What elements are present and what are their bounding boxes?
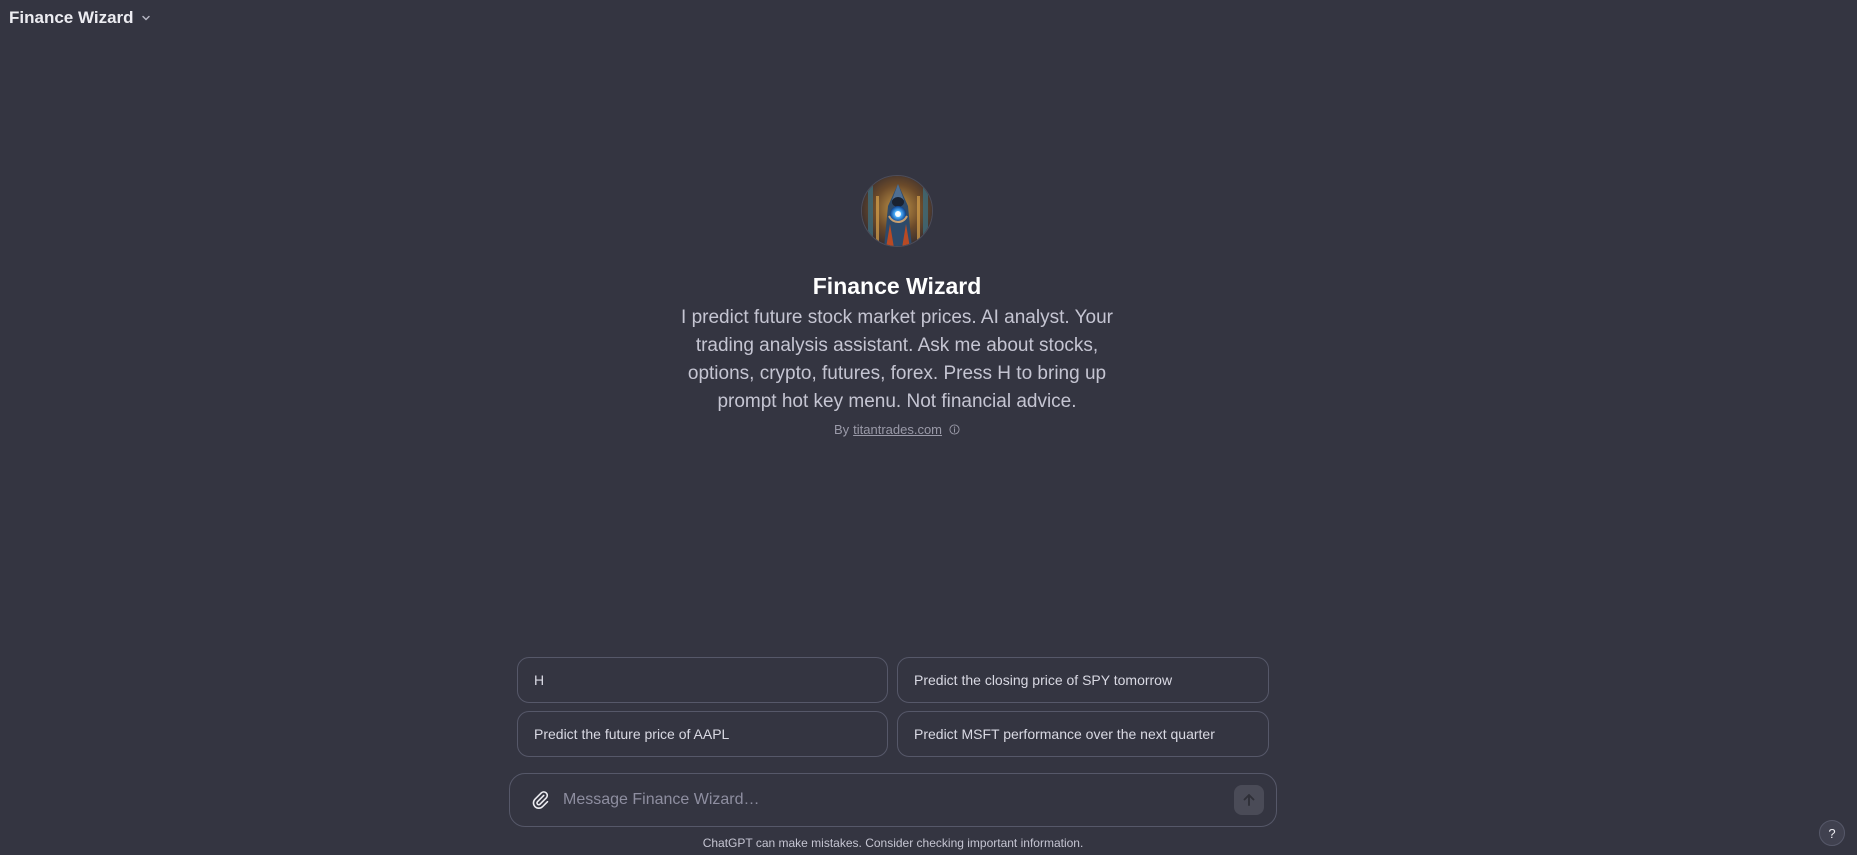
chevron-down-icon bbox=[141, 15, 150, 21]
starter-button[interactable]: Predict the closing price of SPY tomorro… bbox=[897, 657, 1269, 703]
gpt-description: I predict future stock market prices. AI… bbox=[681, 307, 1113, 412]
message-composer bbox=[509, 773, 1277, 827]
gpt-byline: By titantrades.com bbox=[834, 422, 960, 437]
wizard-avatar-image bbox=[862, 176, 932, 246]
disclaimer-text: ChatGPT can make mistakes. Consider chec… bbox=[702, 836, 1084, 850]
send-button[interactable] bbox=[1234, 785, 1264, 815]
info-icon[interactable] bbox=[949, 424, 960, 435]
arrow-up-icon bbox=[1243, 794, 1255, 806]
help-button[interactable]: ? bbox=[1819, 820, 1845, 846]
starter-button[interactable]: Predict the future price of AAPL bbox=[517, 711, 888, 757]
starter-button[interactable]: H bbox=[517, 657, 888, 703]
message-input[interactable] bbox=[563, 791, 1234, 809]
conversation-starters: H Predict the closing price of SPY tomor… bbox=[517, 657, 1270, 757]
author-link[interactable]: titantrades.com bbox=[853, 422, 942, 437]
app-root: Finance Wizard Finance Wizard I predict … bbox=[0, 0, 1857, 855]
gpt-intro: Finance Wizard I predict future stock ma… bbox=[0, 175, 1794, 437]
gpt-selector-title: Finance Wizard bbox=[9, 8, 134, 27]
gpt-avatar bbox=[861, 175, 933, 247]
starter-button[interactable]: Predict MSFT performance over the next q… bbox=[897, 711, 1269, 757]
gpt-selector[interactable]: Finance Wizard bbox=[9, 8, 152, 28]
byline-prefix: By bbox=[833, 422, 850, 437]
attach-button[interactable] bbox=[528, 788, 552, 812]
gpt-name: Finance Wizard bbox=[812, 273, 982, 299]
paperclip-icon bbox=[532, 791, 549, 809]
